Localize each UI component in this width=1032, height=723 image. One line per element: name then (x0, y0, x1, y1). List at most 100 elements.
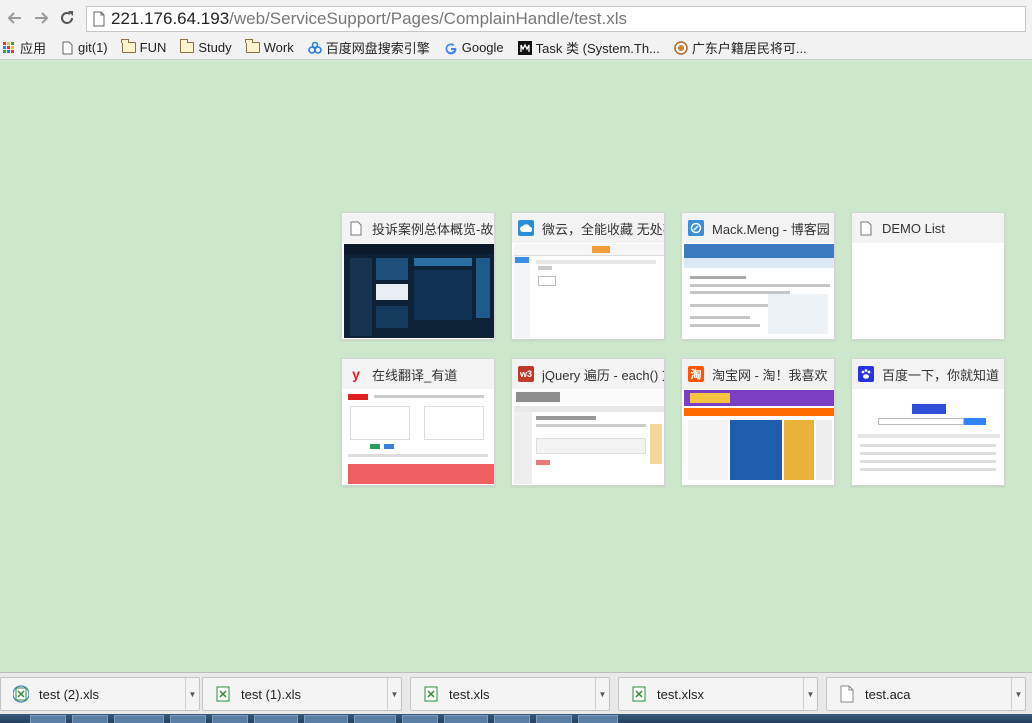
download-menu-arrow[interactable]: ▼ (185, 678, 199, 710)
tile-title: 微云，全能收藏 无处不 (542, 221, 664, 237)
excel-file-icon (424, 686, 438, 702)
url-text: 221.176.64.193/web/ServiceSupport/Pages/… (111, 9, 627, 29)
tile-header: w3 jQuery 遍历 - each() 方 (512, 359, 664, 389)
most-visited-tile[interactable]: 淘 淘宝网 - 淘！我喜欢 (681, 358, 835, 486)
w3school-icon: w3 (518, 366, 534, 382)
page-icon (93, 11, 105, 27)
baidu-icon (858, 366, 874, 382)
bookmark-apps[interactable]: 应用 (2, 38, 46, 57)
taskbar-item[interactable] (304, 715, 348, 723)
tile-thumbnail (514, 244, 664, 338)
browser-toolbar: 221.176.64.193/web/ServiceSupport/Pages/… (0, 0, 1032, 36)
bookmark-baidu-pan-search[interactable]: 百度网盘搜索引擎 (307, 38, 430, 57)
download-menu-arrow[interactable]: ▼ (387, 678, 401, 710)
taskbar-item[interactable] (72, 715, 108, 723)
taskbar-item[interactable] (402, 715, 438, 723)
taskbar-item[interactable] (170, 715, 206, 723)
download-item[interactable]: test.xlsx ▼ (618, 677, 818, 711)
taskbar-item[interactable] (578, 715, 618, 723)
most-visited-tile[interactable]: y 在线翻译_有道 (341, 358, 495, 486)
taskbar-item[interactable] (536, 715, 572, 723)
tile-header: 百度一下，你就知道 (852, 359, 1004, 389)
weiyun-icon (518, 220, 534, 236)
most-visited-tile[interactable]: w3 jQuery 遍历 - each() 方 (511, 358, 665, 486)
forward-arrow-icon (35, 12, 49, 24)
tile-title: Mack.Meng - 博客园 (712, 221, 830, 237)
bookmark-folder-fun[interactable]: FUN (121, 39, 167, 55)
bookmark-label: Work (263, 40, 294, 55)
download-filename: test.xlsx (657, 686, 704, 702)
address-bar[interactable]: 221.176.64.193/web/ServiceSupport/Pages/… (86, 6, 1026, 32)
file-icon (840, 685, 854, 703)
url-path: /web/ServiceSupport/Pages/ComplainHandle… (229, 9, 627, 28)
forward-button[interactable] (30, 7, 52, 29)
download-item[interactable]: test (1).xls ▼ (202, 677, 402, 711)
url-host: 221.176.64.193 (111, 9, 230, 28)
taskbar-item[interactable] (494, 715, 530, 723)
tile-thumbnail (854, 390, 1004, 484)
tile-title: jQuery 遍历 - each() 方 (542, 367, 664, 383)
download-filename: test.aca (865, 686, 911, 702)
baidu-pan-icon (307, 41, 322, 55)
taskbar-item[interactable] (254, 715, 298, 723)
back-button[interactable] (4, 7, 26, 29)
folder-icon (121, 39, 136, 55)
google-icon (444, 41, 458, 55)
tile-thumbnail (344, 390, 494, 484)
download-item[interactable]: test (2).xls ▼ (0, 677, 200, 711)
tile-header: 微云，全能收藏 无处不 (512, 213, 664, 243)
bookmark-git[interactable]: git(1) (60, 40, 108, 55)
bookmark-label: Google (461, 40, 504, 55)
bookmark-folder-work[interactable]: Work (245, 39, 294, 55)
youdao-icon: y (352, 366, 360, 382)
excel-file-icon (216, 686, 230, 702)
tile-thumbnail (344, 244, 494, 338)
bookmark-label: 百度网盘搜索引擎 (325, 41, 430, 56)
bookmark-label: Task 类 (System.Th... (535, 41, 660, 56)
most-visited-tile[interactable]: 投诉案例总体概览-故障 (341, 212, 495, 340)
bookmark-google[interactable]: Google (444, 40, 504, 55)
download-menu-arrow[interactable]: ▼ (803, 678, 817, 710)
reload-icon (61, 11, 73, 24)
page-icon (348, 220, 364, 236)
msdn-icon (517, 40, 532, 55)
tile-thumbnail (684, 390, 834, 484)
most-visited-tile[interactable]: Mack.Meng - 博客园 (681, 212, 835, 340)
taskbar-item[interactable] (354, 715, 396, 723)
download-item[interactable]: test.aca ▼ (826, 677, 1026, 711)
download-menu-arrow[interactable]: ▼ (595, 678, 609, 710)
downloads-shelf: test (2).xls ▼ test (1).xls ▼ test.xls ▼… (0, 672, 1032, 714)
reload-button[interactable] (56, 7, 78, 29)
tile-header: 投诉案例总体概览-故障 (342, 213, 494, 243)
excel-file-icon (632, 686, 646, 702)
bookmark-label: git(1) (78, 40, 108, 55)
bookmark-news[interactable]: 广东户籍居民将可... (674, 38, 807, 57)
most-visited-tile[interactable]: DEMO List (851, 212, 1005, 340)
taskbar-item[interactable] (114, 715, 164, 723)
tile-header: 淘 淘宝网 - 淘！我喜欢 (682, 359, 834, 389)
taskbar-item[interactable] (212, 715, 248, 723)
download-filename: test (2).xls (39, 686, 99, 702)
back-arrow-icon (7, 12, 21, 24)
page-icon (858, 220, 874, 236)
folder-icon (245, 39, 260, 55)
taskbar-item[interactable] (30, 715, 66, 723)
tile-header: DEMO List (852, 213, 1004, 243)
tile-header: Mack.Meng - 博客园 (682, 213, 834, 243)
bookmark-folder-study[interactable]: Study (179, 39, 232, 55)
download-item[interactable]: test.xls ▼ (410, 677, 610, 711)
new-tab-page: 投诉案例总体概览-故障 微云，全能收藏 无处不 Mack.Meng - 博客园 … (0, 61, 1032, 672)
most-visited-tile[interactable]: 微云，全能收藏 无处不 (511, 212, 665, 340)
most-visited-tile[interactable]: 百度一下，你就知道 (851, 358, 1005, 486)
apps-icon (2, 41, 16, 55)
bookmark-msdn-task[interactable]: Task 类 (System.Th... (517, 38, 660, 57)
download-menu-arrow[interactable]: ▼ (1011, 678, 1025, 710)
bookmark-label: FUN (139, 40, 167, 55)
os-taskbar (0, 714, 1032, 723)
tile-title: 投诉案例总体概览-故障 (372, 221, 494, 237)
excel-file-icon (13, 685, 29, 703)
bookmark-label: Study (198, 40, 232, 55)
taobao-icon: 淘 (688, 366, 704, 382)
taskbar-item[interactable] (444, 715, 488, 723)
tile-thumbnail (514, 390, 664, 484)
